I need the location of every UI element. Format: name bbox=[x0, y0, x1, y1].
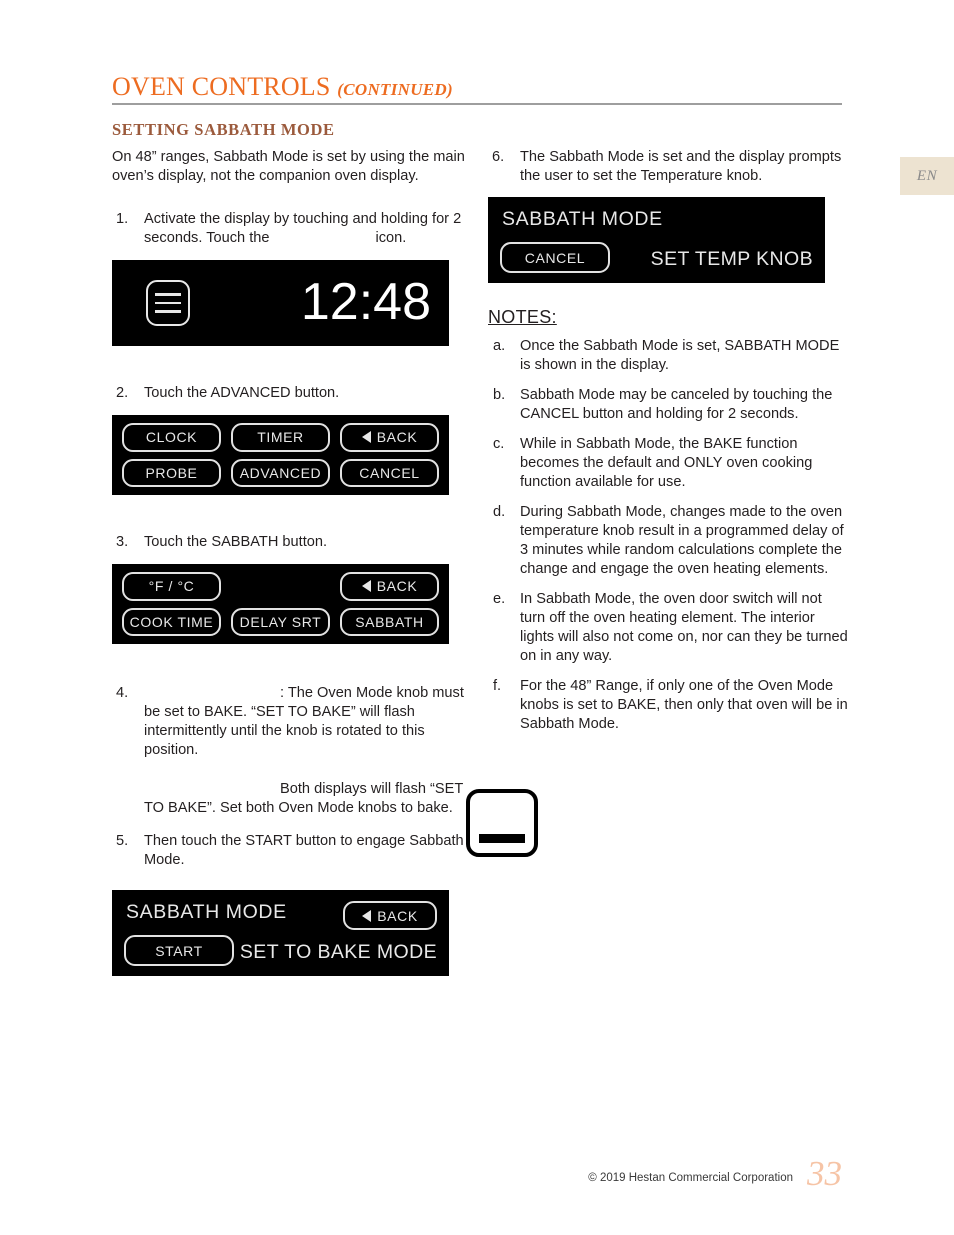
note-f: f. For the 48” Range, if only one of the… bbox=[488, 677, 848, 734]
note-a: a. Once the Sabbath Mode is set, SABBATH… bbox=[488, 337, 848, 375]
keypad-button-back-label: BACK bbox=[376, 429, 418, 446]
step-4-continued: Both displays will flash “SET TO BAKE”. … bbox=[112, 780, 468, 818]
step-3-number: 3. bbox=[116, 534, 129, 550]
step-4-text: : The Oven Mode knob must be set to BAKE… bbox=[144, 685, 464, 758]
keypad-button-timer[interactable]: TIMER bbox=[231, 423, 330, 452]
step-1-number: 1. bbox=[116, 211, 129, 227]
hamburger-menu-icon[interactable] bbox=[146, 280, 190, 326]
step-6: 6. The Sabbath Mode is set and the displ… bbox=[488, 148, 848, 186]
note-d-text: During Sabbath Mode, changes made to the… bbox=[520, 504, 844, 577]
footer-copyright: © 2019 Hestan Commercial Corporation bbox=[588, 1172, 793, 1184]
step-6-text: The Sabbath Mode is set and the display … bbox=[520, 149, 842, 184]
section-heading: SETTING SABBATH MODE bbox=[112, 120, 335, 139]
note-f-mark: f. bbox=[493, 678, 502, 694]
note-a-mark: a. bbox=[493, 338, 506, 354]
display-button-back-label: BACK bbox=[377, 907, 418, 924]
sabbath-temp-display-message: SET TEMP KNOB bbox=[650, 248, 813, 270]
manual-page: OVEN CONTROLS (CONTINUED) EN SETTING SAB… bbox=[0, 0, 954, 1235]
page-footer: © 2019 Hestan Commercial Corporation 33 bbox=[588, 1156, 842, 1191]
oven-knob-indicator-bar bbox=[479, 834, 525, 843]
hamburger-line bbox=[155, 301, 181, 305]
keypad-button-cancel[interactable]: CANCEL bbox=[340, 458, 439, 487]
keypad-button-back-label: BACK bbox=[376, 578, 418, 595]
sabbath-display-title: SABBATH MODE bbox=[126, 901, 287, 923]
step-1-text-after: icon. bbox=[375, 230, 407, 246]
right-column: 6. The Sabbath Mode is set and the displ… bbox=[488, 148, 848, 745]
clock-display-panel: 12:48 bbox=[112, 260, 449, 346]
keypad-button-delay-srt[interactable]: DELAY SRT bbox=[231, 607, 330, 636]
note-c: c. While in Sabbath Mode, the BAKE funct… bbox=[488, 435, 848, 492]
step-2-text: Touch the ADVANCED button. bbox=[144, 385, 340, 401]
page-title: OVEN CONTROLS (CONTINUED) bbox=[112, 72, 842, 102]
step-4: 4. : The Oven Mode knob must be set to B… bbox=[112, 684, 468, 760]
sabbath-temp-display-panel: SABBATH MODE CANCEL SET TEMP KNOB bbox=[488, 197, 825, 283]
intro-paragraph: On 48” ranges, Sabbath Mode is set by us… bbox=[112, 149, 465, 184]
keypad-button-cook-time[interactable]: COOK TIME bbox=[122, 607, 221, 636]
sabbath-temp-display-title: SABBATH MODE bbox=[502, 208, 663, 230]
step-5-number: 5. bbox=[116, 833, 129, 849]
language-tab-en: EN bbox=[900, 157, 954, 195]
display-button-back[interactable]: BACK bbox=[343, 901, 437, 930]
step-2: 2. Touch the ADVANCED button. bbox=[112, 384, 468, 403]
note-b-text: Sabbath Mode may be canceled by touching… bbox=[520, 387, 833, 422]
page-header: OVEN CONTROLS (CONTINUED) bbox=[112, 72, 842, 105]
display-button-cancel[interactable]: CANCEL bbox=[500, 242, 610, 273]
notes-heading: NOTES: bbox=[488, 307, 557, 327]
step-5-text: Then touch the START button to engage Sa… bbox=[144, 833, 464, 868]
step-3: 3. Touch the SABBATH button. bbox=[112, 533, 468, 552]
note-f-text: For the 48” Range, if only one of the Ov… bbox=[520, 678, 848, 732]
keypad-button-units[interactable]: °F / °C bbox=[122, 572, 221, 601]
keypad-button-sabbath[interactable]: SABBATH bbox=[340, 607, 439, 636]
hamburger-line bbox=[155, 310, 181, 313]
left-column: SETTING SABBATH MODE On 48” ranges, Sabb… bbox=[112, 120, 468, 976]
step-3-text: Touch the SABBATH button. bbox=[144, 534, 328, 550]
keypad-button-clock[interactable]: CLOCK bbox=[122, 423, 221, 452]
note-c-mark: c. bbox=[493, 436, 505, 452]
hamburger-line bbox=[155, 293, 181, 296]
note-d: d. During Sabbath Mode, changes made to … bbox=[488, 503, 848, 579]
note-e-mark: e. bbox=[493, 591, 506, 607]
page-title-main: OVEN CONTROLS bbox=[112, 72, 331, 101]
step-6-number: 6. bbox=[492, 149, 505, 165]
step-4-text-second: Both displays will flash “SET TO BAKE”. … bbox=[144, 781, 464, 816]
keypad-button-advanced[interactable]: ADVANCED bbox=[231, 458, 330, 487]
keypad-button-back[interactable]: BACK bbox=[340, 572, 439, 601]
page-title-continued: (CONTINUED) bbox=[337, 80, 453, 99]
keypad-cell-empty bbox=[231, 572, 330, 601]
note-b-mark: b. bbox=[493, 387, 506, 403]
step-5: 5. Then touch the START button to engage… bbox=[112, 832, 468, 870]
clock-time-readout: 12:48 bbox=[300, 272, 431, 331]
header-divider bbox=[112, 103, 842, 105]
keypad-button-probe[interactable]: PROBE bbox=[122, 458, 221, 487]
keypad-button-back[interactable]: BACK bbox=[340, 423, 439, 452]
step-4-number: 4. bbox=[116, 685, 129, 701]
sabbath-display-message: SET TO BAKE MODE bbox=[239, 941, 437, 963]
note-e-text: In Sabbath Mode, the oven door switch wi… bbox=[520, 591, 848, 664]
note-a-text: Once the Sabbath Mode is set, SABBATH MO… bbox=[520, 338, 840, 373]
triangle-left-icon bbox=[361, 580, 371, 593]
sabbath-keypad-panel: °F / °C BACK COOK TIME DELAY SRT SABBATH bbox=[112, 564, 449, 644]
footer-page-number: 33 bbox=[807, 1154, 842, 1193]
sabbath-start-display-panel: SABBATH MODE BACK START SET TO BAKE MODE bbox=[112, 890, 449, 976]
display-button-start[interactable]: START bbox=[124, 935, 234, 966]
note-d-mark: d. bbox=[493, 504, 506, 520]
oven-knob-graphic bbox=[466, 789, 538, 857]
triangle-left-icon bbox=[362, 909, 372, 922]
step-1: 1. Activate the display by touching and … bbox=[112, 210, 468, 248]
language-tab-label: EN bbox=[916, 167, 938, 184]
note-b: b. Sabbath Mode may be canceled by touch… bbox=[488, 386, 848, 424]
note-e: e. In Sabbath Mode, the oven door switch… bbox=[488, 590, 848, 666]
step-2-number: 2. bbox=[116, 385, 129, 401]
note-c-text: While in Sabbath Mode, the BAKE function… bbox=[520, 436, 813, 490]
step-1-text-before: Activate the display by touching and hol… bbox=[144, 211, 462, 246]
triangle-left-icon bbox=[361, 431, 371, 444]
advanced-keypad-panel: CLOCK TIMER BACK PROBE ADVANCED CANCEL bbox=[112, 415, 449, 495]
